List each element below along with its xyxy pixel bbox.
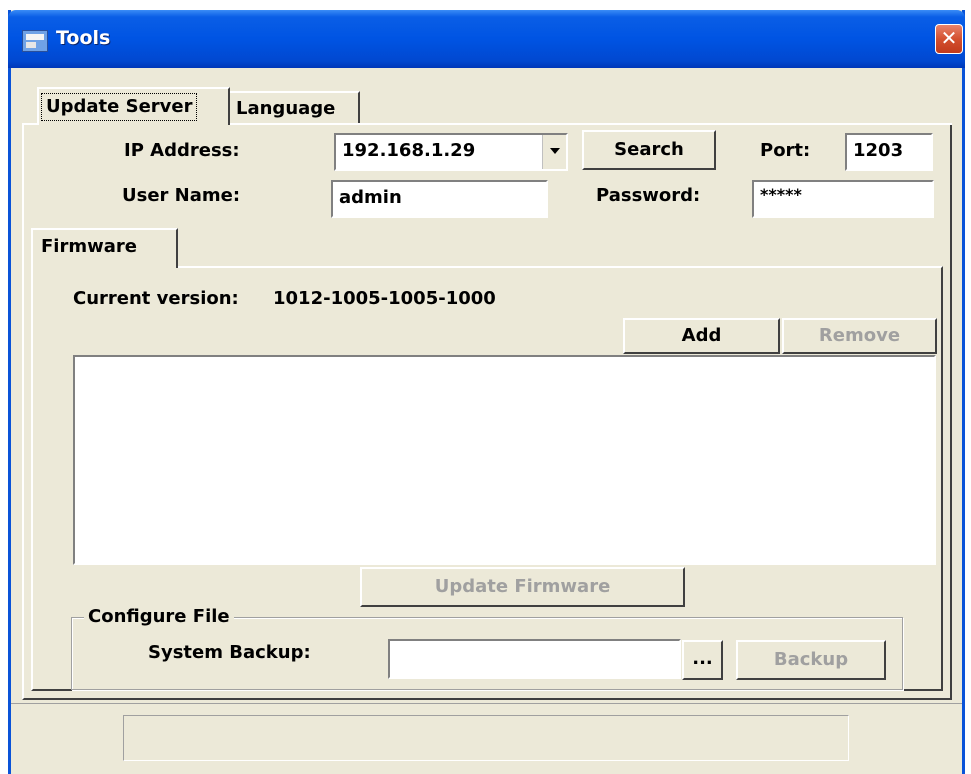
ip-address-combobox[interactable]: 192.168.1.29 <box>334 133 568 171</box>
current-version-label: Current version: <box>73 288 239 309</box>
system-backup-path-field[interactable] <box>388 639 681 679</box>
app-window-icon <box>22 30 48 52</box>
password-field[interactable]: ***** <box>752 180 934 218</box>
ip-address-value: 192.168.1.29 <box>342 140 476 161</box>
chevron-down-icon[interactable] <box>542 135 566 169</box>
password-value: ***** <box>760 185 802 204</box>
update-firmware-button[interactable]: Update Firmware <box>360 567 685 607</box>
configure-file-legend: Configure File <box>84 606 234 627</box>
add-button[interactable]: Add <box>623 318 780 354</box>
close-button[interactable]: ✕ <box>935 24 963 54</box>
tab-language-label: Language <box>236 98 336 119</box>
user-name-value: admin <box>339 187 402 208</box>
bottom-separator <box>11 703 962 704</box>
tab-firmware-label: Firmware <box>41 236 137 257</box>
port-field[interactable]: 1203 <box>845 133 933 171</box>
user-name-field[interactable]: admin <box>331 180 548 218</box>
tab-update-server-label: Update Server <box>41 93 198 121</box>
firmware-file-list[interactable] <box>73 355 936 565</box>
backup-button[interactable]: Backup <box>736 640 886 680</box>
tab-firmware[interactable]: Firmware <box>31 228 178 268</box>
browse-button[interactable]: ... <box>682 640 723 680</box>
tab-language[interactable]: Language <box>230 91 360 123</box>
window-title: Tools <box>56 27 111 49</box>
remove-button[interactable]: Remove <box>782 318 937 354</box>
title-bar[interactable]: Tools ✕ <box>8 10 965 68</box>
port-label: Port: <box>760 140 811 161</box>
system-backup-label: System Backup: <box>148 642 311 663</box>
ip-address-label: IP Address: <box>124 140 240 161</box>
port-value: 1203 <box>853 140 904 161</box>
tab-update-server[interactable]: Update Server <box>37 87 230 125</box>
status-bar <box>123 715 849 761</box>
search-button[interactable]: Search <box>582 130 716 170</box>
password-label: Password: <box>596 185 701 206</box>
current-version-value: 1012-1005-1005-1000 <box>273 288 496 309</box>
user-name-label: User Name: <box>122 185 241 206</box>
